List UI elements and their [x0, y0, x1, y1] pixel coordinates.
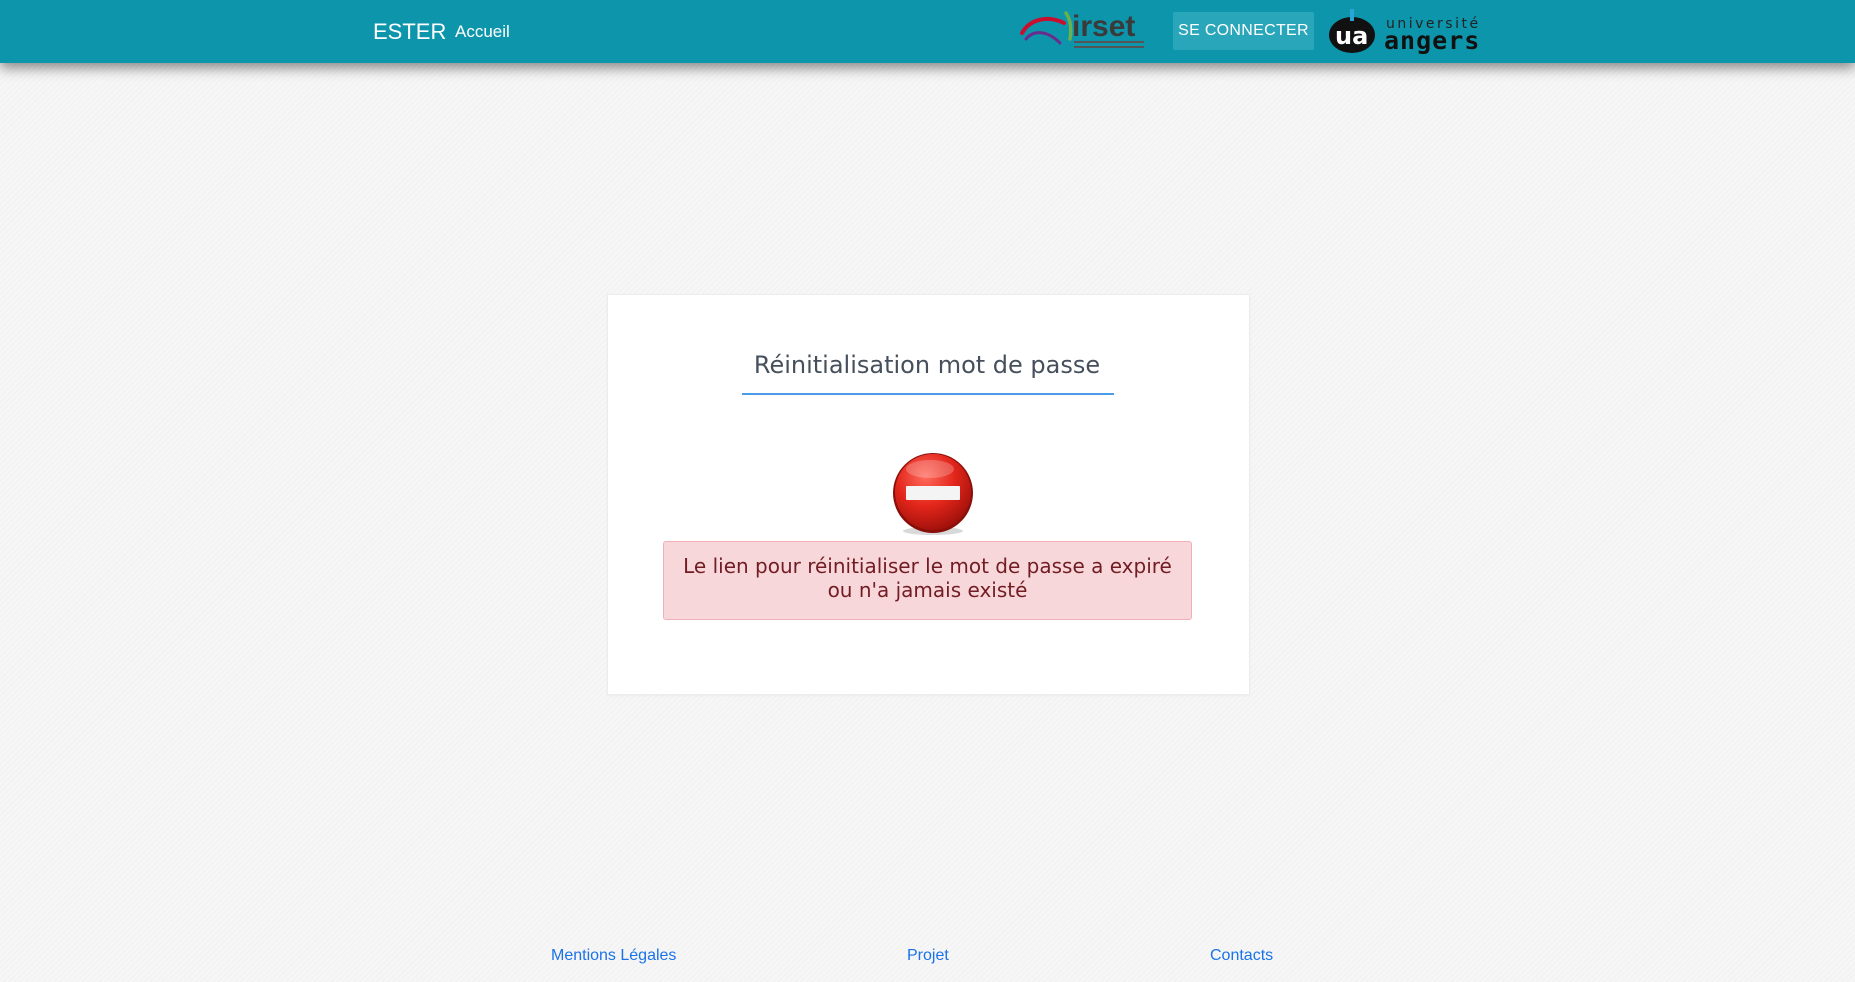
irset-logo[interactable]: irset: [1020, 9, 1146, 53]
alert-line-1: Le lien pour réinitialiser le mot de pas…: [683, 554, 1172, 578]
stop-icon: [893, 453, 973, 535]
page-title: Réinitialisation mot de passe: [753, 351, 1101, 379]
brand-ester[interactable]: ESTER: [373, 19, 446, 45]
top-navbar: ESTER Accueil irset SE CONNECTER ua univ…: [0, 0, 1855, 63]
title-underline: [742, 393, 1114, 395]
nav-link-accueil[interactable]: Accueil: [455, 22, 510, 42]
alert-line-2: ou n'a jamais existé: [827, 578, 1028, 602]
reset-password-card: Réinitialisation mot de passe Le lien po…: [607, 294, 1250, 695]
footer-link-contacts[interactable]: Contacts: [1210, 946, 1273, 965]
universite-angers-logo[interactable]: ua université angers: [1328, 9, 1484, 55]
ua-logo-mark: ua: [1335, 22, 1368, 50]
irset-logo-text: irset: [1072, 10, 1135, 43]
error-alert: Le lien pour réinitialiser le mot de pas…: [663, 541, 1192, 620]
ua-logo-bottom-text: angers: [1384, 26, 1480, 55]
login-button[interactable]: SE CONNECTER: [1173, 12, 1314, 50]
footer-link-projet[interactable]: Projet: [907, 946, 949, 965]
footer-link-mentions-legales[interactable]: Mentions Légales: [551, 946, 676, 965]
